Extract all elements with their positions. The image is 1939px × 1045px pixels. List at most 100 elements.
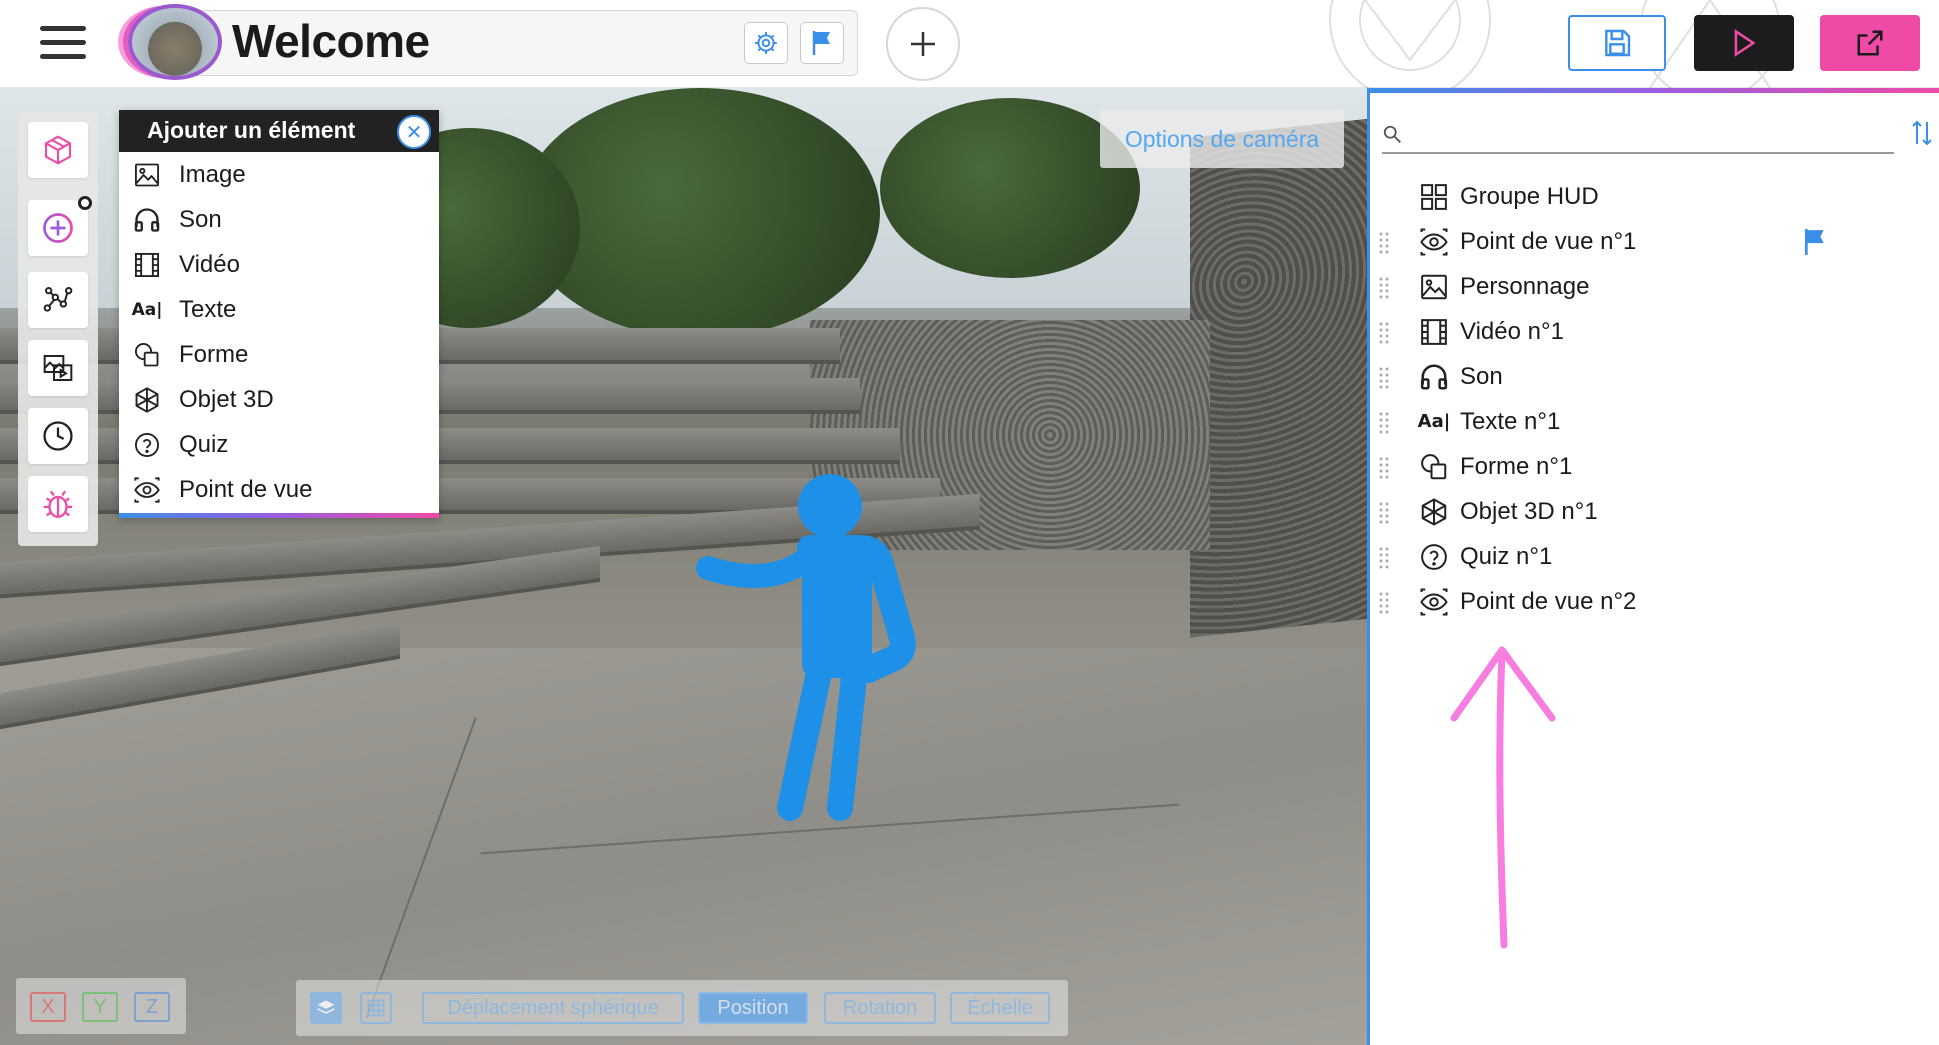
menu-item-image[interactable]: Image	[119, 152, 439, 197]
shape-icon	[133, 341, 161, 369]
position-mode-button[interactable]: Position	[698, 992, 808, 1024]
menu-item-label: Objet 3D	[179, 385, 274, 413]
search-bar	[1382, 118, 1894, 154]
grid-icon	[1418, 181, 1450, 213]
list-item[interactable]: Point de vue n°2	[1370, 579, 1939, 624]
hamburger-line	[40, 54, 86, 59]
character-figure[interactable]	[690, 468, 920, 828]
menu-item-video[interactable]: Vidéo	[119, 242, 439, 287]
hamburger-line	[40, 26, 86, 31]
flag-icon	[1804, 228, 1824, 255]
list-item[interactable]: Point de vue n°1	[1370, 219, 1939, 264]
search-input[interactable]	[1412, 122, 1882, 150]
drag-handle-icon[interactable]	[1378, 500, 1392, 524]
axis-x-toggle[interactable]: X	[30, 992, 66, 1022]
add-element-menu: Ajouter un élément ✕ Image Son Vidéo Aa|…	[119, 110, 439, 518]
axis-z-toggle[interactable]: Z	[134, 992, 170, 1022]
drag-handle-icon[interactable]	[1378, 230, 1392, 254]
add-scene-button[interactable]	[886, 7, 960, 81]
cube-icon	[1418, 496, 1450, 528]
eye-icon	[133, 476, 161, 504]
hamburger-line	[40, 40, 86, 45]
objects-tool-button[interactable]	[28, 122, 88, 178]
axis-y-toggle[interactable]: Y	[82, 992, 118, 1022]
list-item[interactable]: Objet 3D n°1	[1370, 489, 1939, 534]
list-item[interactable]: Son	[1370, 354, 1939, 399]
save-button[interactable]	[1568, 15, 1666, 71]
floor-crack	[365, 717, 477, 1019]
menu-item-quiz[interactable]: Quiz	[119, 422, 439, 467]
list-item-label: Point de vue n°1	[1460, 227, 1637, 255]
page-title[interactable]: Welcome	[232, 14, 430, 68]
close-menu-button[interactable]: ✕	[397, 115, 431, 149]
add-element-menu-header: Ajouter un élément ✕	[119, 110, 439, 152]
layers-toggle[interactable]	[310, 992, 342, 1024]
scene-wall	[1190, 118, 1367, 638]
grid-toggle[interactable]	[360, 992, 392, 1024]
rotation-mode-button[interactable]: Rotation	[824, 992, 936, 1024]
bug-icon	[43, 490, 73, 518]
shape-icon	[1418, 451, 1450, 483]
cube-outline-icon	[44, 135, 72, 165]
layers-icon	[317, 1000, 335, 1014]
list-item[interactable]: Quiz n°1	[1370, 534, 1939, 579]
text-icon: Aa|	[131, 299, 163, 320]
list-item[interactable]: Personnage	[1370, 264, 1939, 309]
start-flag-button[interactable]	[800, 22, 844, 64]
camera-options-button[interactable]: Options de caméra	[1100, 110, 1344, 168]
close-icon: ✕	[405, 121, 423, 144]
menu-button[interactable]	[40, 26, 86, 60]
list-item[interactable]: Forme n°1	[1370, 444, 1939, 489]
play-button[interactable]	[1694, 15, 1794, 71]
headphones-icon	[133, 206, 161, 234]
drag-handle-icon[interactable]	[1378, 365, 1392, 389]
active-indicator	[78, 196, 92, 210]
open-external-button[interactable]	[1820, 15, 1920, 71]
annotation-arrow	[1450, 646, 1556, 949]
drag-handle-icon[interactable]	[1378, 455, 1392, 479]
media-tool-button[interactable]	[28, 340, 88, 396]
axis-toggle-group: X Y Z	[16, 978, 186, 1034]
add-element-tool-button[interactable]	[28, 196, 92, 256]
menu-item-label: Forme	[179, 340, 249, 368]
debug-tool-button[interactable]	[28, 476, 88, 532]
menu-item-sound[interactable]: Son	[119, 197, 439, 242]
drag-handle-icon[interactable]	[1378, 545, 1392, 569]
scene-thumbnail[interactable]	[128, 4, 222, 80]
drag-handle-icon[interactable]	[1378, 275, 1392, 299]
spherical-move-button[interactable]: Déplacement sphérique	[422, 992, 684, 1024]
external-link-icon	[1857, 30, 1883, 56]
timeline-tool-button[interactable]	[28, 408, 88, 464]
text-icon: Aa|	[1417, 411, 1451, 432]
add-element-menu-title: Ajouter un élément	[147, 117, 356, 143]
drag-handle-icon[interactable]	[1378, 410, 1392, 434]
menu-item-text[interactable]: Aa| Texte	[119, 287, 439, 332]
menu-item-label: Image	[179, 160, 246, 188]
sort-button[interactable]	[1910, 118, 1934, 153]
network-icon	[43, 287, 73, 312]
headphones-icon	[1418, 361, 1450, 393]
menu-item-label: Vidéo	[179, 250, 240, 278]
graph-tool-button[interactable]	[28, 272, 88, 328]
list-item-label: Vidéo n°1	[1460, 317, 1564, 345]
grid-icon	[367, 999, 385, 1017]
menu-item-label: Quiz	[179, 430, 229, 458]
clock-icon	[43, 421, 73, 451]
scale-mode-button[interactable]: Échelle	[950, 992, 1050, 1024]
menu-item-viewpoint[interactable]: Point de vue	[119, 467, 439, 512]
settings-button[interactable]	[744, 22, 788, 64]
film-icon	[1418, 316, 1450, 348]
list-item-label: Objet 3D n°1	[1460, 497, 1598, 525]
list-item[interactable]: Aa| Texte n°1	[1370, 399, 1939, 444]
menu-gradient-bar	[119, 513, 439, 518]
drag-handle-icon[interactable]	[1378, 320, 1392, 344]
drag-handle-icon[interactable]	[1378, 590, 1392, 614]
play-icon	[1734, 29, 1756, 57]
film-icon	[133, 251, 161, 279]
menu-item-shape[interactable]: Forme	[119, 332, 439, 377]
menu-item-3d-object[interactable]: Objet 3D	[119, 377, 439, 422]
list-item[interactable]: Vidéo n°1	[1370, 309, 1939, 354]
list-item[interactable]: Groupe HUD	[1370, 174, 1939, 219]
eye-icon	[1418, 226, 1450, 258]
eye-icon	[1418, 586, 1450, 618]
